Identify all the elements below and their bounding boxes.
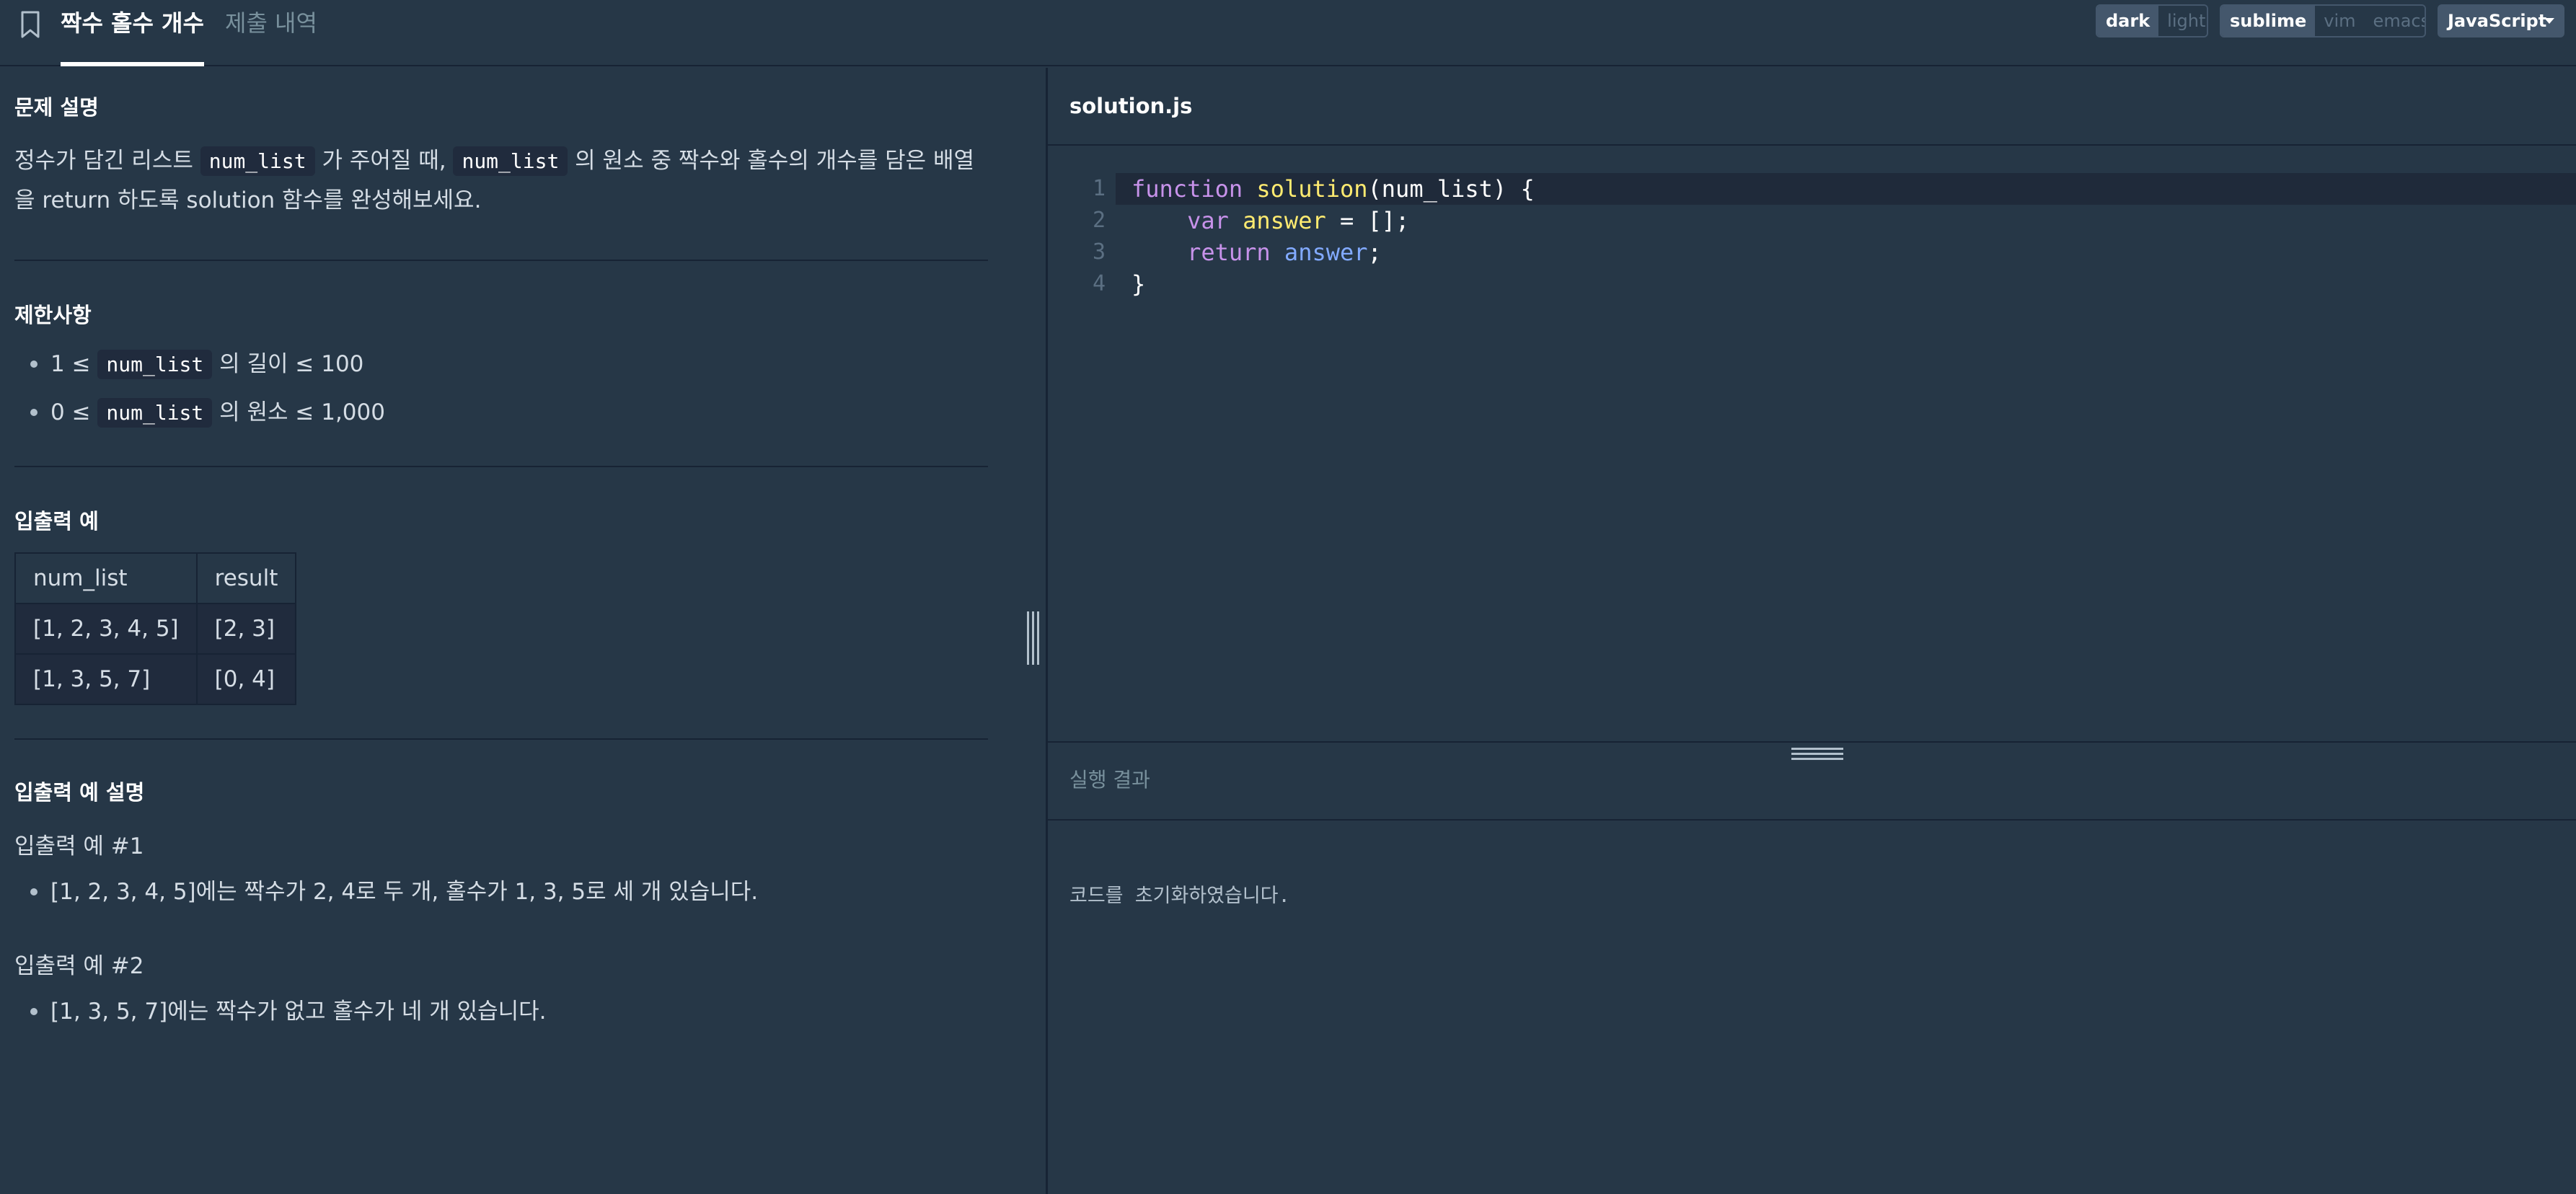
section-divider — [14, 466, 988, 467]
examples-title: 입출력 예 — [14, 509, 99, 534]
line-number: 2 — [1092, 208, 1106, 233]
section-divider — [14, 260, 988, 261]
table-cell: [1, 3, 5, 7] — [14, 653, 198, 705]
handle-bar — [1027, 611, 1029, 665]
language-select-value: JavaScript — [2448, 11, 2547, 31]
example-1-title: 입출력 예 #1 — [14, 833, 144, 859]
handle-bar — [1032, 611, 1034, 665]
active-tab-indicator — [61, 62, 204, 66]
table-header-cell: num_list — [14, 552, 198, 604]
theme-light-option[interactable]: light — [2158, 6, 2207, 36]
result-title: 실행 결과 — [1069, 768, 1150, 792]
line-number: 4 — [1092, 271, 1106, 296]
example-2-list: [1, 3, 5, 7]에는 짝수가 없고 홀수가 네 개 있습니다. — [30, 988, 547, 1035]
line-number: 3 — [1092, 239, 1106, 265]
code-line[interactable]: 1 function solution(num_list) { — [1048, 173, 2576, 205]
semicolon-token: ; — [1367, 239, 1382, 266]
explanation-title: 입출력 예 설명 — [14, 780, 145, 805]
description-title: 문제 설명 — [14, 95, 99, 120]
constraints-list: 1 ≤ num_list 의 길이 ≤ 100 0 ≤ num_list 의 원… — [30, 340, 385, 437]
keymap-emacs-option[interactable]: emacs — [2364, 6, 2425, 36]
vertical-resize-handle[interactable] — [1025, 611, 1041, 665]
list-item: 0 ≤ num_list 의 원소 ≤ 1,000 — [30, 389, 385, 437]
result-header: 실행 결과 — [1048, 743, 2576, 821]
line-number: 1 — [1092, 176, 1106, 201]
code-editor[interactable]: 1 function solution(num_list) { 2 var an… — [1048, 173, 2576, 743]
example-2-title: 입출력 예 #2 — [14, 953, 144, 979]
editor-header: solution.js — [1048, 68, 2576, 146]
keyword-token: return — [1187, 239, 1271, 266]
theme-toggle: dark light — [2096, 4, 2208, 37]
bookmark-icon[interactable] — [19, 10, 42, 39]
keymap-sublime-option[interactable]: sublime — [2221, 6, 2316, 36]
constraint-text: 의 원소 ≤ 1,000 — [212, 399, 385, 425]
table-cell: [1, 2, 3, 4, 5] — [14, 603, 198, 655]
table-cell: [0, 4] — [195, 653, 297, 705]
tab-problem[interactable]: 짝수 홀수 개수 — [61, 9, 204, 66]
description-text: 정수가 담긴 리스트 num_list 가 주어질 때, num_list 의 … — [14, 141, 988, 220]
description-text-part: 정수가 담긴 리스트 — [14, 148, 200, 174]
keymap-vim-option[interactable]: vim — [2315, 6, 2365, 36]
examples-table: num_list result [1, 2, 3, 4, 5] [2, 3] [… — [14, 552, 297, 705]
list-item: [1, 3, 5, 7]에는 짝수가 없고 홀수가 네 개 있습니다. — [30, 988, 547, 1035]
chevron-down-icon — [2544, 18, 2554, 24]
code-line[interactable]: 2 var answer = []; — [1048, 205, 2576, 236]
tab-submissions-label: 제출 내역 — [225, 9, 317, 37]
example-1-list: [1, 2, 3, 4, 5]에는 짝수가 2, 4로 두 개, 홀수가 1, … — [30, 868, 758, 916]
inline-code: num_list — [200, 146, 315, 176]
problem-description-panel[interactable]: 문제 설명 정수가 담긴 리스트 num_list 가 주어질 때, num_l… — [0, 68, 1046, 1194]
table-header-cell: result — [195, 552, 297, 604]
code-text: var answer = []; — [1132, 205, 1409, 236]
code-line[interactable]: 3 return answer; — [1048, 236, 2576, 268]
inline-code: num_list — [97, 350, 213, 379]
function-name-token: solution — [1256, 175, 1368, 203]
table-cell: [2, 3] — [195, 603, 297, 655]
tab-submissions[interactable]: 제출 내역 — [225, 9, 317, 66]
keymap-toggle: sublime vim emacs — [2220, 4, 2426, 37]
constraints-title: 제한사항 — [14, 303, 92, 327]
variable-name-token: answer — [1243, 207, 1326, 234]
table-header-row: num_list result — [14, 552, 297, 604]
params-token: (num_list) { — [1367, 175, 1535, 203]
code-text: return answer; — [1132, 236, 1382, 268]
tab-problem-label: 짝수 홀수 개수 — [61, 9, 204, 37]
variable-token: answer — [1284, 239, 1368, 266]
keyword-token: function — [1132, 175, 1243, 203]
table-row: [1, 3, 5, 7] [0, 4] — [14, 653, 297, 705]
constraint-text: 1 ≤ — [50, 351, 98, 377]
code-text: } — [1132, 270, 1146, 298]
assign-token: = []; — [1326, 207, 1410, 234]
list-item: [1, 2, 3, 4, 5]에는 짝수가 2, 4로 두 개, 홀수가 1, … — [30, 868, 758, 916]
keyword-token: var — [1187, 207, 1229, 234]
section-divider — [14, 738, 988, 740]
inline-code: num_list — [97, 398, 213, 428]
result-message: 코드를 초기화하였습니다. — [1069, 885, 1290, 907]
theme-dark-option[interactable]: dark — [2097, 6, 2159, 36]
language-select[interactable]: JavaScript — [2438, 4, 2564, 37]
code-line[interactable]: 4 } — [1048, 268, 2576, 300]
table-row: [1, 2, 3, 4, 5] [2, 3] — [14, 603, 297, 655]
editor-filename: solution.js — [1069, 94, 1193, 118]
description-text-part: 가 주어질 때, — [314, 148, 454, 174]
code-text: function solution(num_list) { — [1132, 173, 1535, 205]
handle-bar — [1037, 611, 1039, 665]
constraint-text: 0 ≤ — [50, 399, 98, 425]
list-item: 1 ≤ num_list 의 길이 ≤ 100 — [30, 340, 385, 389]
inline-code: num_list — [453, 146, 568, 176]
top-bar: 짝수 홀수 개수 제출 내역 dark light sublime vim em… — [0, 0, 2576, 66]
constraint-text: 의 길이 ≤ 100 — [212, 351, 364, 377]
